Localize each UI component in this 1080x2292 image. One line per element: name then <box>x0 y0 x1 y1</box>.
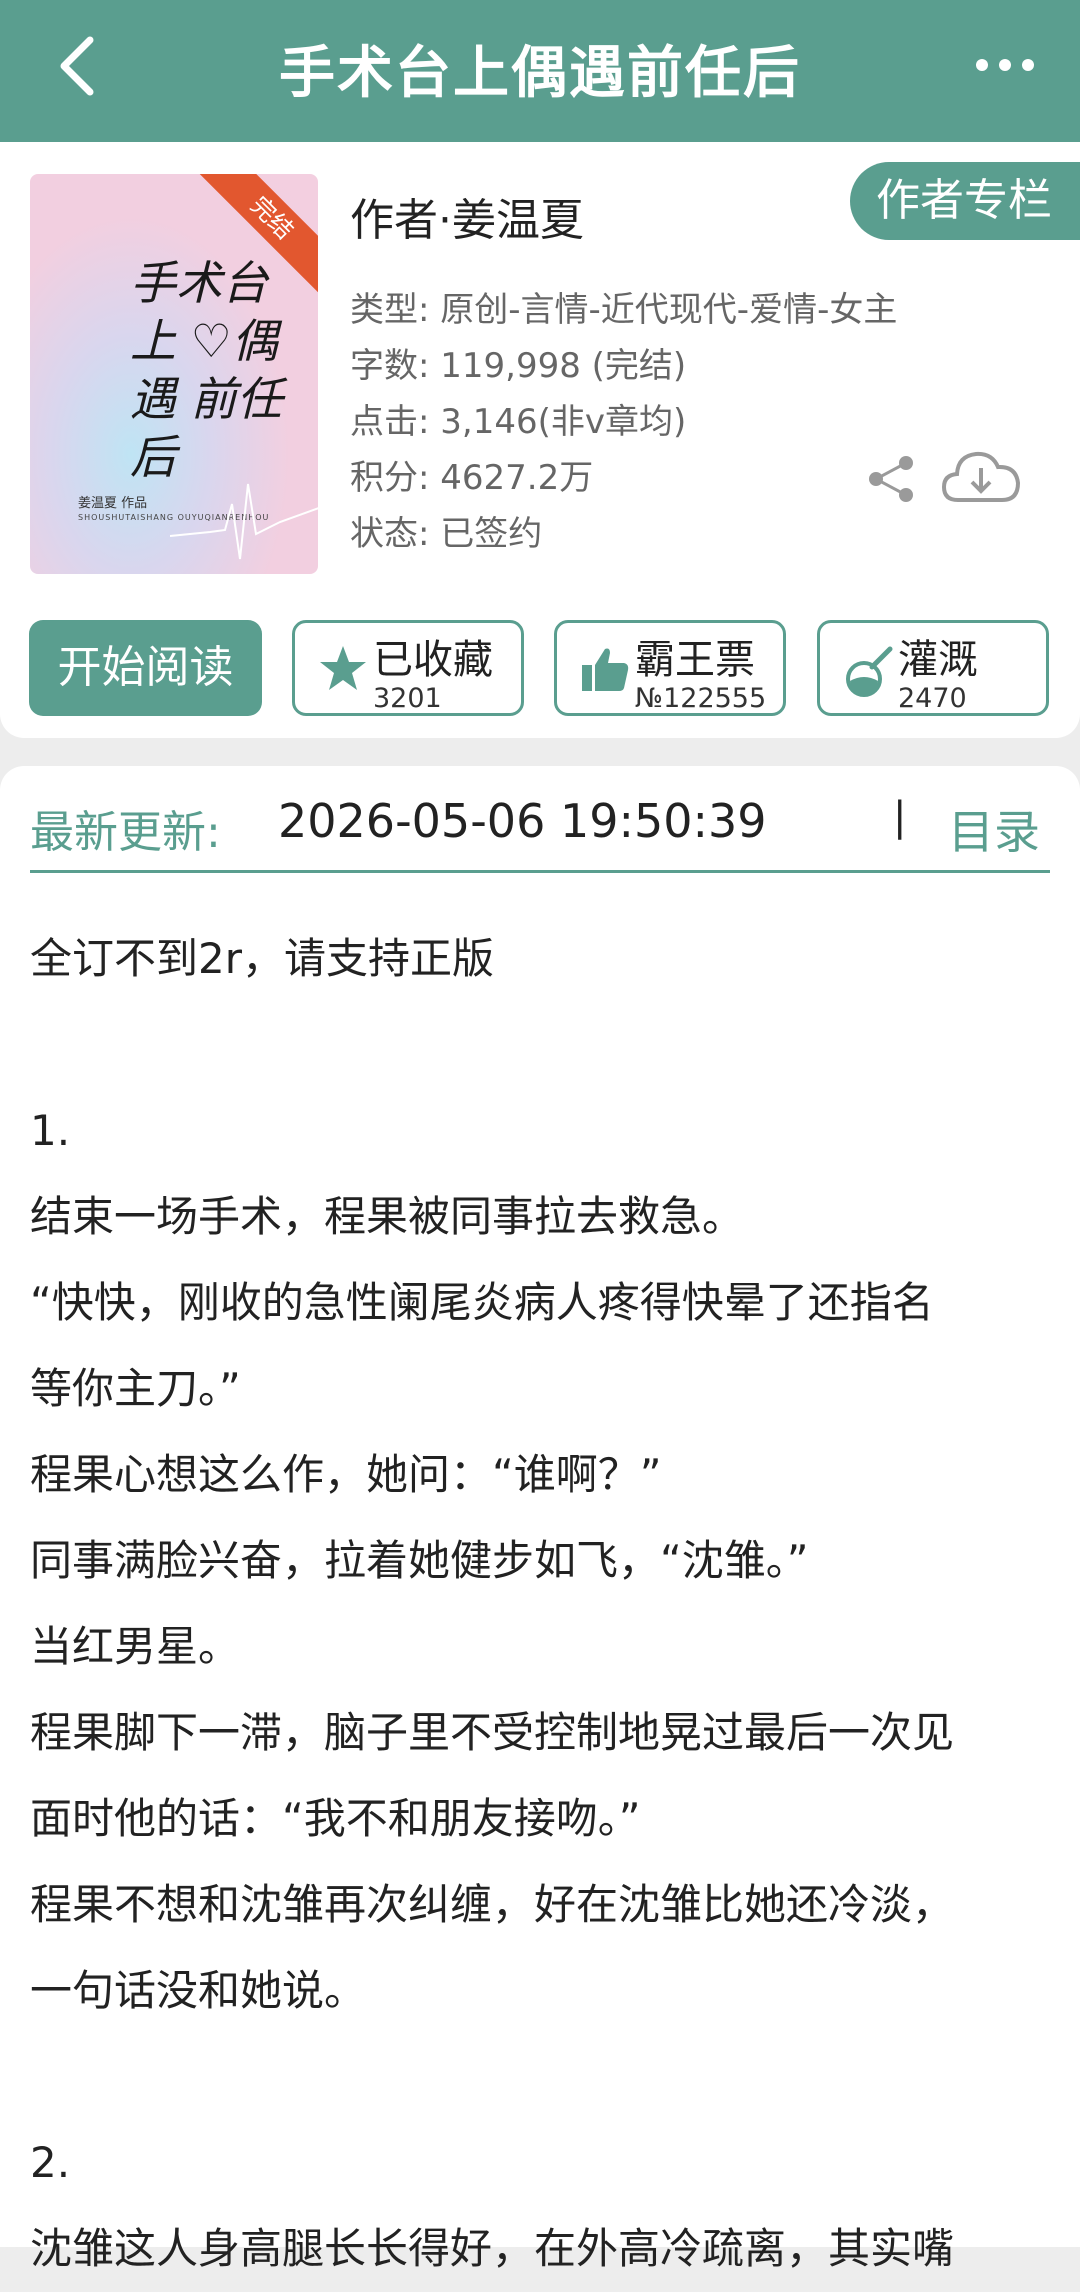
nutrient-count: 2470 <box>898 683 967 714</box>
paragraph <box>30 1002 1060 1088</box>
favorite-count: 3201 <box>373 683 442 714</box>
paragraph: 程果不想和沈雏再次纠缠，好在沈雏比她还冷淡， <box>30 1880 955 1929</box>
table-of-contents-link[interactable]: 目录 <box>948 796 1040 862</box>
nutrient-flask-icon <box>846 646 893 697</box>
share-icon[interactable] <box>866 454 918 504</box>
author-name[interactable]: 作者·姜温夏 <box>350 184 584 248</box>
book-meta: 类型: 原创-言情-近代现代-爱情-女主 字数: 119,998 (完结) 点击… <box>350 282 897 562</box>
paragraph: 1. <box>30 1106 71 1155</box>
book-info-card: 完结 手术台上 ♡偶遇 前任后 姜温夏 作品 SHOUSHUTAISHANG O… <box>0 142 1080 738</box>
paragraph <box>30 2034 1060 2120</box>
author-column-button[interactable]: 作者专栏 <box>850 162 1080 240</box>
paragraph: 等你主刀。” <box>30 1364 241 1413</box>
top-bar: 手术台上偶遇前任后 <box>0 0 1080 142</box>
paragraph: “快快，刚收的急性阑尾炎病人疼得快晕了还指名 <box>30 1278 934 1327</box>
paragraph: 程果脚下一滞，脑子里不受控制地晃过最后一次见 <box>30 1708 955 1757</box>
start-reading-button[interactable]: 开始阅读 <box>29 620 262 716</box>
latest-update-label: 最新更新: <box>30 807 221 858</box>
paragraph: 结束一场手术，程果被同事拉去救急。 <box>30 1192 745 1241</box>
paragraph: 当红男星。 <box>30 1622 241 1671</box>
update-separator: | <box>893 794 907 840</box>
meta-score: 积分: 4627.2万 <box>350 458 594 498</box>
paragraph: 全订不到2r，请支持正版 <box>30 934 494 983</box>
ticket-count: №122555 <box>635 683 767 714</box>
star-icon <box>320 646 366 690</box>
paragraph: 面时他的话：“我不和朋友接吻。” <box>30 1794 641 1843</box>
chapter-content-card: 最新更新: 2026-05-06 19:50:39 | 目录 全订不到2r，请支… <box>0 766 1080 2273</box>
nutrient-button[interactable]: 灌溉 2470 <box>817 620 1049 716</box>
chapter-body: 全订不到2r，请支持正版 1. 结束一场手术，程果被同事拉去救急。 “快快，刚收… <box>30 916 1060 2292</box>
paragraph: 一句话没和她说。 <box>30 1966 367 2015</box>
ticket-label: 霸王票 <box>635 637 755 683</box>
ecg-line-icon <box>170 483 318 560</box>
cloud-download-icon[interactable] <box>940 444 1022 506</box>
nutrient-label: 灌溉 <box>898 637 978 683</box>
update-divider <box>30 870 1050 873</box>
ticket-button[interactable]: 霸王票 №122555 <box>554 620 786 716</box>
paragraph: 沈雏这人身高腿长长得好，在外高冷疏离，其实嘴 <box>30 2224 955 2273</box>
page-title: 手术台上偶遇前任后 <box>279 41 801 106</box>
meta-status: 状态: 已签约 <box>350 514 543 554</box>
meta-clicks: 点击: 3,146(非v章均) <box>350 402 687 442</box>
paragraph: 同事满脸兴奋，拉着她健步如飞，“沈雏。” <box>30 1536 809 1585</box>
favorite-label: 已收藏 <box>373 637 493 683</box>
paragraph: 2. <box>30 2138 71 2187</box>
book-cover[interactable]: 完结 手术台上 ♡偶遇 前任后 姜温夏 作品 SHOUSHUTAISHANG O… <box>30 174 318 574</box>
meta-type: 类型: 原创-言情-近代现代-爱情-女主 <box>350 290 898 330</box>
thumbs-up-icon <box>582 648 629 691</box>
latest-update-time: 2026-05-06 19:50:39 <box>278 794 767 848</box>
favorite-button[interactable]: 已收藏 3201 <box>292 620 524 716</box>
more-options-icon[interactable] <box>970 40 1040 90</box>
cover-author-tag: 姜温夏 作品 <box>78 496 148 511</box>
meta-words: 字数: 119,998 (完结) <box>350 346 687 386</box>
paragraph: 程果心想这么作，她问：“谁啊？” <box>30 1450 662 1499</box>
cover-title-art: 手术台上 ♡偶遇 前任后 <box>130 256 283 484</box>
